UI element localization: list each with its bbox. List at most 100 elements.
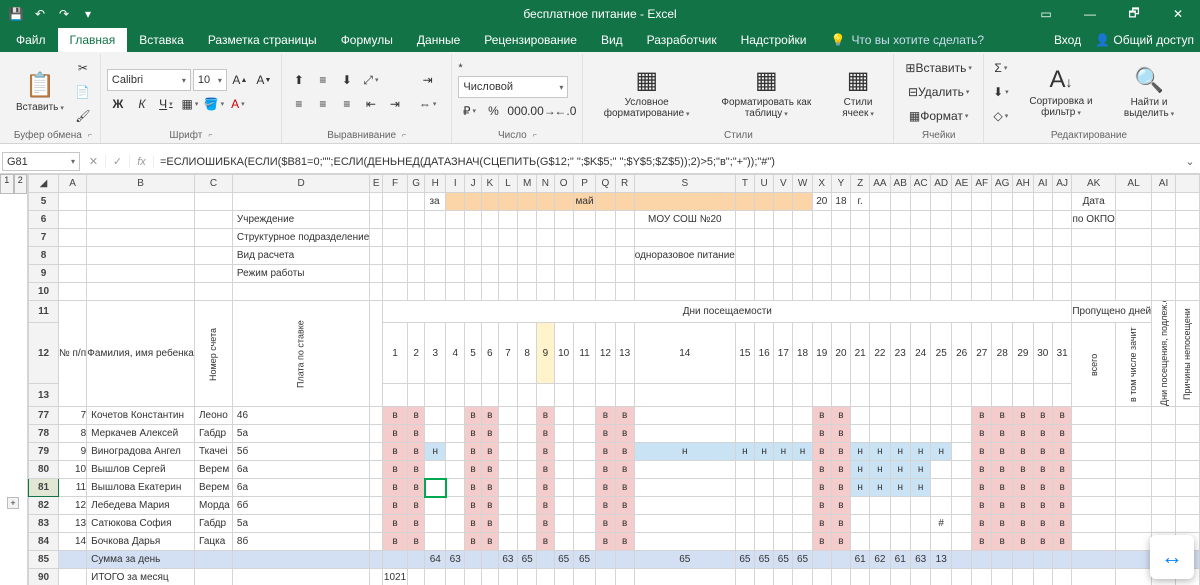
- align-left-icon[interactable]: ≡: [288, 93, 310, 115]
- row-header[interactable]: 5: [29, 193, 59, 211]
- wrap-text-icon[interactable]: ⇥: [418, 69, 438, 91]
- tab-developer[interactable]: Разработчик: [635, 28, 729, 52]
- col-header[interactable]: T: [735, 175, 754, 193]
- col-header[interactable]: S: [634, 175, 735, 193]
- cancel-formula-icon[interactable]: ✕: [82, 155, 106, 168]
- col-header[interactable]: Y: [831, 175, 850, 193]
- col-header[interactable]: AH: [1013, 175, 1034, 193]
- col-header[interactable]: AB: [890, 175, 910, 193]
- row-header[interactable]: 13: [29, 384, 59, 407]
- share-button[interactable]: 👤 Общий доступ: [1095, 33, 1194, 47]
- col-header[interactable]: Z: [851, 175, 870, 193]
- tab-review[interactable]: Рецензирование: [472, 28, 589, 52]
- paste-button[interactable]: 📋 Вставить▾: [12, 69, 68, 115]
- col-header[interactable]: AE: [951, 175, 971, 193]
- col-header[interactable]: AD: [931, 175, 952, 193]
- shrink-font-icon[interactable]: A▼: [253, 69, 275, 91]
- fill-color-icon[interactable]: 🪣▾: [203, 93, 225, 115]
- align-center-icon[interactable]: ≡: [312, 93, 334, 115]
- tab-addins[interactable]: Надстройки: [729, 28, 819, 52]
- tab-file[interactable]: Файл: [4, 28, 58, 52]
- grow-font-icon[interactable]: A▲: [229, 69, 251, 91]
- outline-level-1[interactable]: 1: [0, 174, 14, 194]
- col-header[interactable]: AC: [910, 175, 931, 193]
- find-select-button[interactable]: 🔍Найти и выделить▾: [1110, 64, 1188, 121]
- row-header[interactable]: 7: [29, 229, 59, 247]
- row-header[interactable]: 10: [29, 283, 59, 301]
- format-cells-button[interactable]: ▦ Формат▾: [900, 105, 976, 127]
- col-header[interactable]: AK: [1072, 175, 1116, 193]
- font-name-combo[interactable]: Calibri▾: [107, 69, 191, 91]
- col-header[interactable]: C: [194, 175, 232, 193]
- col-header[interactable]: E: [370, 175, 383, 193]
- col-header[interactable]: AI: [1152, 175, 1176, 193]
- cell-styles-button[interactable]: ▦Стили ячеек▾: [829, 64, 888, 121]
- align-top-icon[interactable]: ⬆: [288, 69, 310, 91]
- save-icon[interactable]: 💾: [8, 6, 24, 22]
- col-header[interactable]: Q: [596, 175, 615, 193]
- col-header[interactable]: G: [407, 175, 425, 193]
- border-icon[interactable]: ▦▾: [179, 93, 201, 115]
- col-header[interactable]: B: [87, 175, 195, 193]
- row-header[interactable]: 81: [29, 479, 59, 497]
- tell-me[interactable]: 💡 Что вы хотите сделать?: [818, 28, 996, 52]
- col-header[interactable]: L: [498, 175, 517, 193]
- tab-home[interactable]: Главная: [58, 28, 128, 52]
- delete-cells-button[interactable]: ⊟ Удалить▾: [900, 81, 976, 103]
- col-header[interactable]: M: [518, 175, 537, 193]
- col-header[interactable]: X: [812, 175, 831, 193]
- tab-view[interactable]: Вид: [589, 28, 635, 52]
- orientation-icon[interactable]: ⤢▾: [360, 69, 382, 91]
- row-header[interactable]: 78: [29, 425, 59, 443]
- row-header[interactable]: 11: [29, 301, 59, 323]
- row-header[interactable]: 9: [29, 265, 59, 283]
- percent-icon[interactable]: %: [482, 100, 504, 122]
- font-color-icon[interactable]: A▾: [227, 93, 249, 115]
- ribbon-options-button[interactable]: ▭: [1024, 0, 1068, 28]
- outline-collapse-icon[interactable]: +: [7, 497, 19, 509]
- spreadsheet[interactable]: ◢ABCDEFGHIJKLMNOPQRSTUVWXYZAAABACADAEAFA…: [28, 174, 1200, 585]
- comma-icon[interactable]: 000: [506, 100, 528, 122]
- close-button[interactable]: ✕: [1156, 0, 1200, 28]
- col-header[interactable]: P: [573, 175, 596, 193]
- cut-icon[interactable]: ✂: [72, 57, 94, 79]
- font-size-combo[interactable]: 10▾: [193, 69, 227, 91]
- col-header[interactable]: W: [793, 175, 812, 193]
- row-header[interactable]: 85: [29, 551, 59, 569]
- outline-level-2[interactable]: 2: [14, 174, 28, 194]
- dec-decimal-icon[interactable]: ←.0: [554, 100, 576, 122]
- align-right-icon[interactable]: ≡: [336, 93, 358, 115]
- login-link[interactable]: Вход: [1054, 33, 1081, 47]
- tab-formulas[interactable]: Формулы: [329, 28, 405, 52]
- minimize-button[interactable]: —: [1068, 0, 1112, 28]
- col-header[interactable]: AJ: [1052, 175, 1071, 193]
- col-header[interactable]: O: [554, 175, 573, 193]
- col-header[interactable]: [1175, 175, 1199, 193]
- col-header[interactable]: F: [383, 175, 408, 193]
- teamviewer-icon[interactable]: ↔: [1150, 535, 1194, 579]
- col-header[interactable]: AI: [1033, 175, 1052, 193]
- col-header[interactable]: D: [232, 175, 369, 193]
- qa-customize-icon[interactable]: ▾: [80, 6, 96, 22]
- col-header[interactable]: I: [446, 175, 465, 193]
- align-middle-icon[interactable]: ≡: [312, 69, 334, 91]
- row-header[interactable]: 12: [29, 323, 59, 384]
- fx-icon[interactable]: fx: [130, 156, 154, 168]
- name-box[interactable]: G81▾: [2, 152, 80, 171]
- tab-layout[interactable]: Разметка страницы: [196, 28, 329, 52]
- tab-insert[interactable]: Вставка: [127, 28, 196, 52]
- col-header[interactable]: A: [59, 175, 87, 193]
- indent-inc-icon[interactable]: ⇥: [384, 93, 406, 115]
- redo-icon[interactable]: ↷: [56, 6, 72, 22]
- row-header[interactable]: 90: [29, 569, 59, 585]
- col-header[interactable]: K: [481, 175, 498, 193]
- format-painter-icon[interactable]: 🖌: [72, 105, 94, 127]
- insert-cells-button[interactable]: ⊞ Вставить▾: [900, 57, 976, 79]
- tab-data[interactable]: Данные: [405, 28, 472, 52]
- bold-button[interactable]: Ж: [107, 93, 129, 115]
- col-header[interactable]: H: [425, 175, 446, 193]
- fill-icon[interactable]: ⬇▾: [990, 81, 1012, 103]
- number-format-combo[interactable]: Числовой▾: [458, 76, 568, 98]
- expand-formula-icon[interactable]: ⌄: [1180, 150, 1200, 173]
- italic-button[interactable]: К: [131, 93, 153, 115]
